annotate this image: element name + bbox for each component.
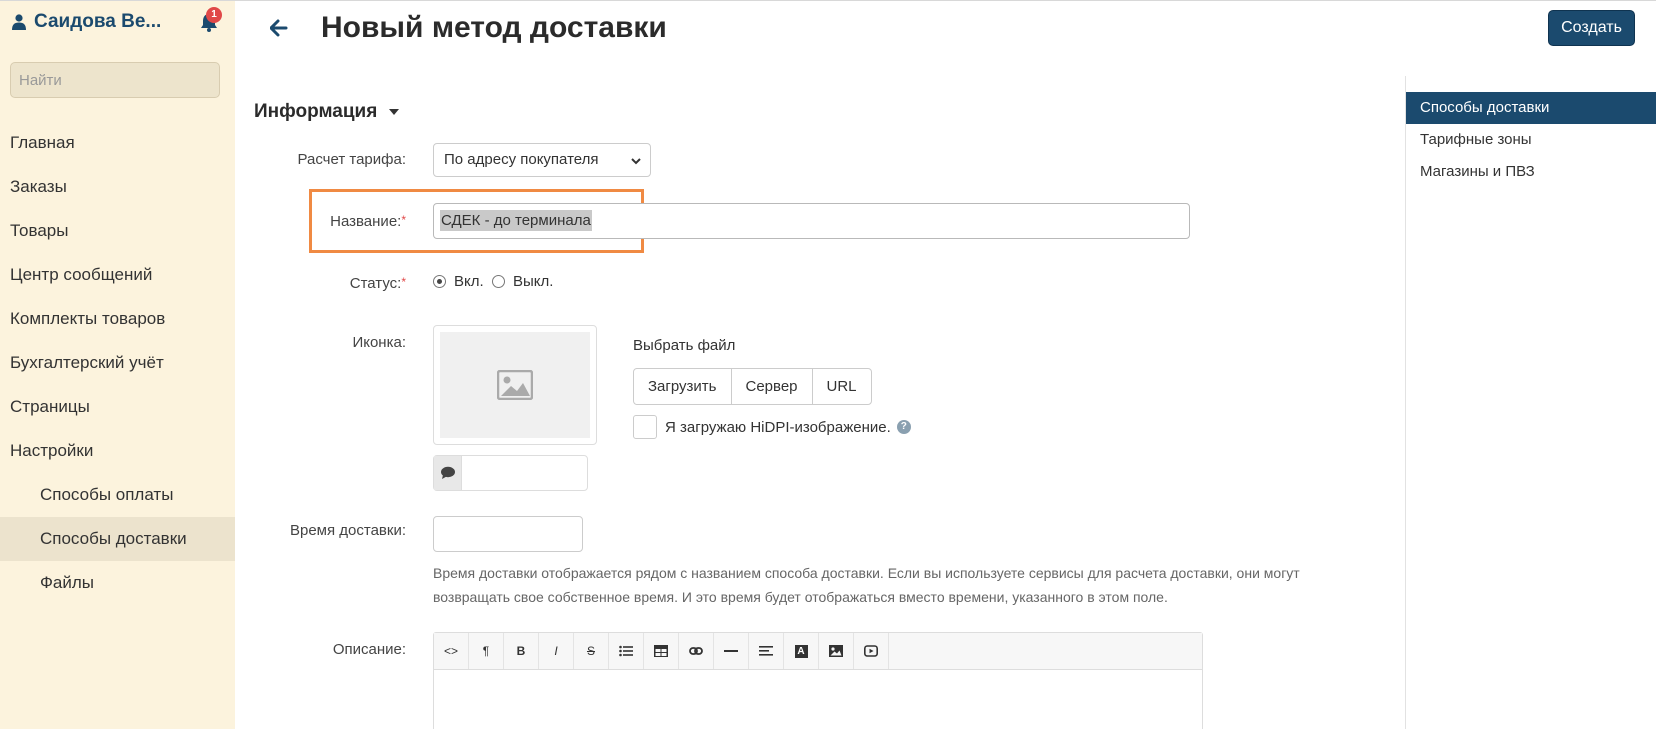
delivery-time-label: Время доставки:: [289, 522, 406, 539]
right-menu: Способы доставки Тарифные зоны Магазины …: [1405, 76, 1656, 729]
notification-badge: 1: [206, 7, 222, 23]
italic-icon[interactable]: I: [539, 633, 574, 669]
section-info-toggle[interactable]: Информация: [254, 101, 400, 123]
help-icon[interactable]: ?: [896, 420, 911, 434]
name-label-text: Название:: [330, 213, 402, 230]
sidebar-item-settings[interactable]: Настройки: [0, 429, 235, 473]
horizontal-rule-icon[interactable]: [714, 633, 749, 669]
status-off-radio[interactable]: Выкл.: [492, 273, 553, 290]
name-label: Название:*: [206, 213, 406, 230]
hidpi-option: Я загружаю HiDPI-изображение. ?: [633, 415, 911, 439]
user-menu[interactable]: Саидова Ве...: [12, 11, 161, 33]
sidebar-item-home[interactable]: Главная: [0, 121, 235, 165]
sidebar-item-orders[interactable]: Заказы: [0, 165, 235, 209]
upload-button-group: Загрузить Сервер URL: [633, 368, 872, 405]
icon-preview[interactable]: [433, 325, 597, 445]
link-icon[interactable]: [679, 633, 714, 669]
radio-unchecked: [492, 275, 505, 288]
sidebar-nav: Главная Заказы Товары Центр сообщений Ко…: [0, 121, 235, 605]
font-color-icon[interactable]: A: [784, 633, 819, 669]
name-input[interactable]: СДЕК - до терминала: [433, 203, 1190, 239]
url-button[interactable]: URL: [812, 369, 871, 404]
upload-button[interactable]: Загрузить: [634, 369, 732, 404]
section-title: Информация: [254, 101, 378, 122]
tariff-label: Расчет тарифа:: [297, 151, 407, 168]
image-placeholder-icon: [497, 370, 533, 400]
table-icon[interactable]: [644, 633, 679, 669]
sidebar-item-accounting[interactable]: Бухгалтерский учёт: [0, 341, 235, 385]
sidebar: Саидова Ве... 1 Главная Заказы Товары Це…: [0, 1, 235, 729]
search-box: [10, 62, 220, 98]
tariff-selected-value: По адресу покупателя: [444, 151, 599, 168]
right-menu-shipping-methods[interactable]: Способы доставки: [1406, 92, 1656, 124]
paragraph-icon[interactable]: ¶: [469, 633, 504, 669]
user-name: Саидова Ве...: [34, 11, 162, 32]
search-input[interactable]: [11, 71, 218, 89]
hidpi-label: Я загружаю HiDPI-изображение.: [665, 418, 891, 436]
sidebar-item-files[interactable]: Файлы: [0, 561, 235, 605]
page-title: Новый метод доставки: [321, 11, 667, 44]
description-editor[interactable]: <> ¶ B I S A: [433, 632, 1203, 729]
radio-checked: [433, 275, 446, 288]
image-icon[interactable]: [819, 633, 854, 669]
app-root: Саидова Ве... 1 Главная Заказы Товары Це…: [0, 0, 1656, 729]
list-icon[interactable]: [609, 633, 644, 669]
editor-toolbar: <> ¶ B I S A: [434, 633, 1202, 670]
delivery-time-input[interactable]: [433, 516, 583, 552]
required-mark: *: [401, 275, 406, 289]
choose-file-label: Выбрать файл: [633, 337, 736, 354]
back-arrow-icon[interactable]: [270, 19, 288, 37]
sidebar-item-messages[interactable]: Центр сообщений: [0, 253, 235, 297]
bold-icon[interactable]: B: [504, 633, 539, 669]
create-button[interactable]: Создать: [1548, 10, 1635, 46]
status-on-radio[interactable]: Вкл.: [433, 273, 484, 290]
status-off-label: Выкл.: [513, 273, 554, 290]
required-mark: *: [401, 213, 406, 227]
html-code-icon[interactable]: <>: [434, 633, 469, 669]
strikethrough-icon[interactable]: S: [574, 633, 609, 669]
chevron-down-icon: [631, 158, 641, 165]
right-menu-stores-pickup[interactable]: Магазины и ПВЗ: [1406, 156, 1656, 188]
status-label: Статус:*: [206, 275, 406, 292]
right-menu-tariff-zones[interactable]: Тарифные зоны: [1406, 124, 1656, 156]
delivery-time-hint: Время доставки отображается рядом с назв…: [433, 565, 1300, 605]
sidebar-item-bundles[interactable]: Комплекты товаров: [0, 297, 235, 341]
icon-label: Иконка:: [352, 334, 406, 351]
sidebar-item-pages[interactable]: Страницы: [0, 385, 235, 429]
description-label: Описание:: [332, 641, 406, 658]
align-icon[interactable]: [749, 633, 784, 669]
status-on-label: Вкл.: [454, 273, 484, 290]
hidpi-checkbox[interactable]: [633, 415, 657, 439]
sidebar-item-products[interactable]: Товары: [0, 209, 235, 253]
icon-alt-input[interactable]: [433, 455, 588, 491]
name-input-value: СДЕК - до терминала: [440, 210, 592, 231]
tariff-select[interactable]: По адресу покупателя: [433, 143, 651, 177]
server-button[interactable]: Сервер: [731, 369, 813, 404]
status-label-text: Статус:: [349, 275, 402, 292]
icon-preview-inner: [440, 332, 590, 438]
sidebar-item-shipping-methods[interactable]: Способы доставки: [0, 517, 235, 561]
caret-down-icon: [389, 109, 400, 115]
video-icon[interactable]: [854, 633, 889, 669]
user-icon: [12, 14, 26, 30]
sidebar-item-payment-methods[interactable]: Способы оплаты: [0, 473, 235, 517]
comment-icon: [434, 456, 462, 490]
